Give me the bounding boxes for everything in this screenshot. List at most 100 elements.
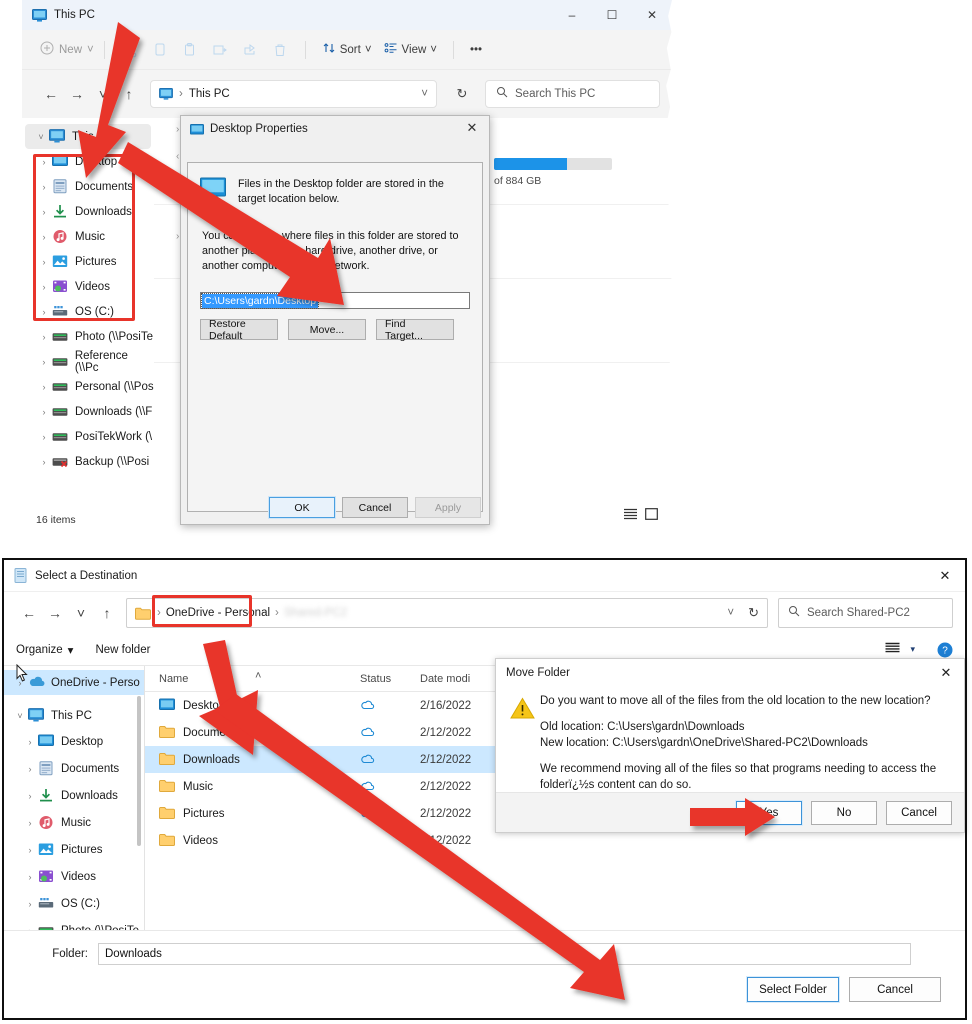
destination-sidebar-item-pictures[interactable]: › Pictures	[4, 836, 144, 863]
search-box[interactable]: Search This PC	[485, 80, 660, 108]
chevron-right-icon[interactable]: ›	[22, 872, 38, 882]
destination-sidebar-item-os-c[interactable]: › OS (C:)	[4, 890, 144, 917]
yes-button[interactable]: Yes	[735, 799, 803, 826]
ok-button[interactable]: OK	[268, 496, 336, 519]
back-button[interactable]: ←	[38, 81, 64, 107]
cancel-button[interactable]: Cancel	[342, 497, 408, 518]
up-button[interactable]: ↑	[94, 600, 120, 626]
destination-sidebar-item-documents[interactable]: › Documents	[4, 755, 144, 782]
chevron-right-icon[interactable]: ›	[36, 282, 52, 292]
nav-root-this-pc[interactable]: ˅ This PC	[25, 124, 151, 149]
move-button[interactable]: Move...	[288, 319, 366, 340]
cancel-button[interactable]: Cancel	[849, 977, 941, 1002]
chevron-right-icon[interactable]: ›	[36, 457, 52, 467]
destination-search-box[interactable]: Search Shared-PC2	[778, 598, 953, 628]
sidebar-item-desktop[interactable]: › Desktop	[22, 149, 154, 174]
sidebar-item-positekwork[interactable]: › PosiTekWork (\	[22, 424, 154, 449]
details-view-icon[interactable]	[624, 507, 637, 525]
breadcrumb-dropdown-icon[interactable]: ˅	[727, 607, 734, 619]
paste-icon[interactable]	[175, 37, 205, 63]
sidebar-item-os-c[interactable]: › OS (C:)	[22, 299, 154, 324]
destination-breadcrumb-bar[interactable]: › OneDrive - Personal › Shared-PC2 ˅ ↻	[126, 598, 768, 628]
caret-down-icon[interactable]: ▾	[910, 644, 915, 655]
chevron-right-icon[interactable]: ›	[22, 818, 38, 828]
chevron-right-icon[interactable]: ›	[22, 764, 38, 774]
sidebar-item-personal-pos[interactable]: › Personal (\\Pos	[22, 374, 154, 399]
forward-button[interactable]: →	[64, 81, 90, 107]
new-folder-button[interactable]: New folder	[95, 644, 150, 656]
select-folder-button[interactable]: Select Folder	[746, 976, 840, 1003]
sidebar-item-downloads-f[interactable]: › Downloads (\\F	[22, 399, 154, 424]
restore-default-button[interactable]: Restore Default	[200, 318, 278, 342]
recent-locations-button[interactable]: ˅	[68, 600, 94, 626]
recent-locations-button[interactable]: ˅	[90, 81, 116, 107]
column-header-status[interactable]: Status	[360, 673, 420, 685]
destination-sidebar-item-downloads[interactable]: › Downloads	[4, 782, 144, 809]
chevron-right-icon[interactable]: ›	[36, 182, 52, 192]
chevron-right-icon[interactable]: ›	[36, 432, 52, 442]
more-options-button[interactable]: •••	[464, 44, 488, 56]
breadcrumb-this-pc[interactable]: This PC	[189, 88, 230, 100]
chevron-right-icon[interactable]: ›	[22, 737, 38, 747]
destination-sidebar-item-desktop[interactable]: › Desktop	[4, 728, 144, 755]
folder-name-input[interactable]: Downloads	[98, 943, 911, 965]
chevron-right-icon[interactable]: ›	[36, 257, 52, 267]
back-button[interactable]: ←	[16, 600, 42, 626]
chevron-right-icon[interactable]: ›	[36, 382, 52, 392]
nav-scrollbar[interactable]	[137, 696, 141, 846]
cancel-button[interactable]: Cancel	[886, 800, 952, 825]
ghost-chevron-2[interactable]: ‹	[176, 151, 179, 162]
breadcrumb-bar[interactable]: › This PC ˅	[150, 80, 437, 108]
chevron-down-icon[interactable]: ˅	[12, 711, 28, 721]
sidebar-item-videos[interactable]: › Videos	[22, 274, 154, 299]
share-icon[interactable]	[235, 37, 265, 63]
nav-item-this-pc[interactable]: ˅ This PC	[4, 703, 144, 728]
refresh-button[interactable]: ↻	[748, 605, 759, 621]
sort-button[interactable]: Sort ˅	[316, 41, 378, 58]
sidebar-item-music[interactable]: › Music	[22, 224, 154, 249]
sidebar-item-documents[interactable]: › Documents	[22, 174, 154, 199]
chevron-right-icon[interactable]: ›	[22, 899, 38, 909]
chevron-right-icon[interactable]: ›	[36, 357, 52, 367]
chevron-right-icon[interactable]: ›	[36, 207, 52, 217]
delete-icon[interactable]	[265, 37, 295, 63]
chevron-right-icon[interactable]: ›	[22, 845, 38, 855]
no-button[interactable]: No	[811, 800, 877, 825]
sidebar-item-pictures[interactable]: › Pictures	[22, 249, 154, 274]
rename-icon[interactable]	[205, 37, 235, 63]
ghost-chevron-1[interactable]: ›	[176, 124, 179, 135]
maximize-button[interactable]: ☐	[592, 0, 632, 30]
close-button[interactable]: ✕	[632, 0, 672, 30]
minimize-button[interactable]: –	[552, 0, 592, 30]
chevron-right-icon[interactable]: ›	[36, 307, 52, 317]
destination-sidebar-item-music[interactable]: › Music	[4, 809, 144, 836]
cut-icon[interactable]	[115, 37, 145, 63]
find-target-button[interactable]: Find Target...	[376, 318, 454, 342]
ghost-chevron-3[interactable]: ›	[176, 231, 179, 242]
chevron-right-icon[interactable]: ›	[36, 332, 52, 342]
up-button[interactable]: ↑	[116, 81, 142, 107]
close-icon[interactable]: ✕	[461, 118, 483, 138]
view-button[interactable]: View ˅	[378, 41, 443, 58]
sidebar-item-downloads[interactable]: › Downloads	[22, 199, 154, 224]
location-path-input[interactable]: C:\Users\gardn\Desktop	[200, 292, 470, 309]
chevron-right-icon[interactable]: ›	[36, 232, 52, 242]
chevron-down-icon[interactable]: ˅	[33, 132, 49, 142]
refresh-button[interactable]: ↻	[449, 81, 475, 107]
close-icon[interactable]: ✕	[935, 566, 955, 586]
destination-sidebar-item-videos[interactable]: › Videos	[4, 863, 144, 890]
breadcrumb-dropdown-icon[interactable]: ˅	[421, 88, 428, 100]
chevron-right-icon[interactable]: ›	[36, 407, 52, 417]
organize-button[interactable]: Organize ▾	[16, 643, 73, 657]
column-header-name[interactable]: Name ˄	[145, 670, 360, 685]
breadcrumb-blurred-segment[interactable]: Shared-PC2	[284, 607, 347, 619]
large-icons-view-icon[interactable]	[645, 507, 658, 525]
help-icon[interactable]: ?	[937, 642, 953, 658]
sidebar-item-reference-pc[interactable]: › Reference (\\Pc	[22, 349, 154, 374]
forward-button[interactable]: →	[42, 600, 68, 626]
breadcrumb-onedrive-personal[interactable]: OneDrive - Personal	[166, 607, 270, 619]
sidebar-item-photo-posite[interactable]: › Photo (\\PosiTe	[22, 324, 154, 349]
chevron-right-icon[interactable]: ›	[22, 791, 38, 801]
sidebar-item-backup-posi[interactable]: › Backup (\\Posi	[22, 449, 154, 474]
copy-icon[interactable]	[145, 37, 175, 63]
